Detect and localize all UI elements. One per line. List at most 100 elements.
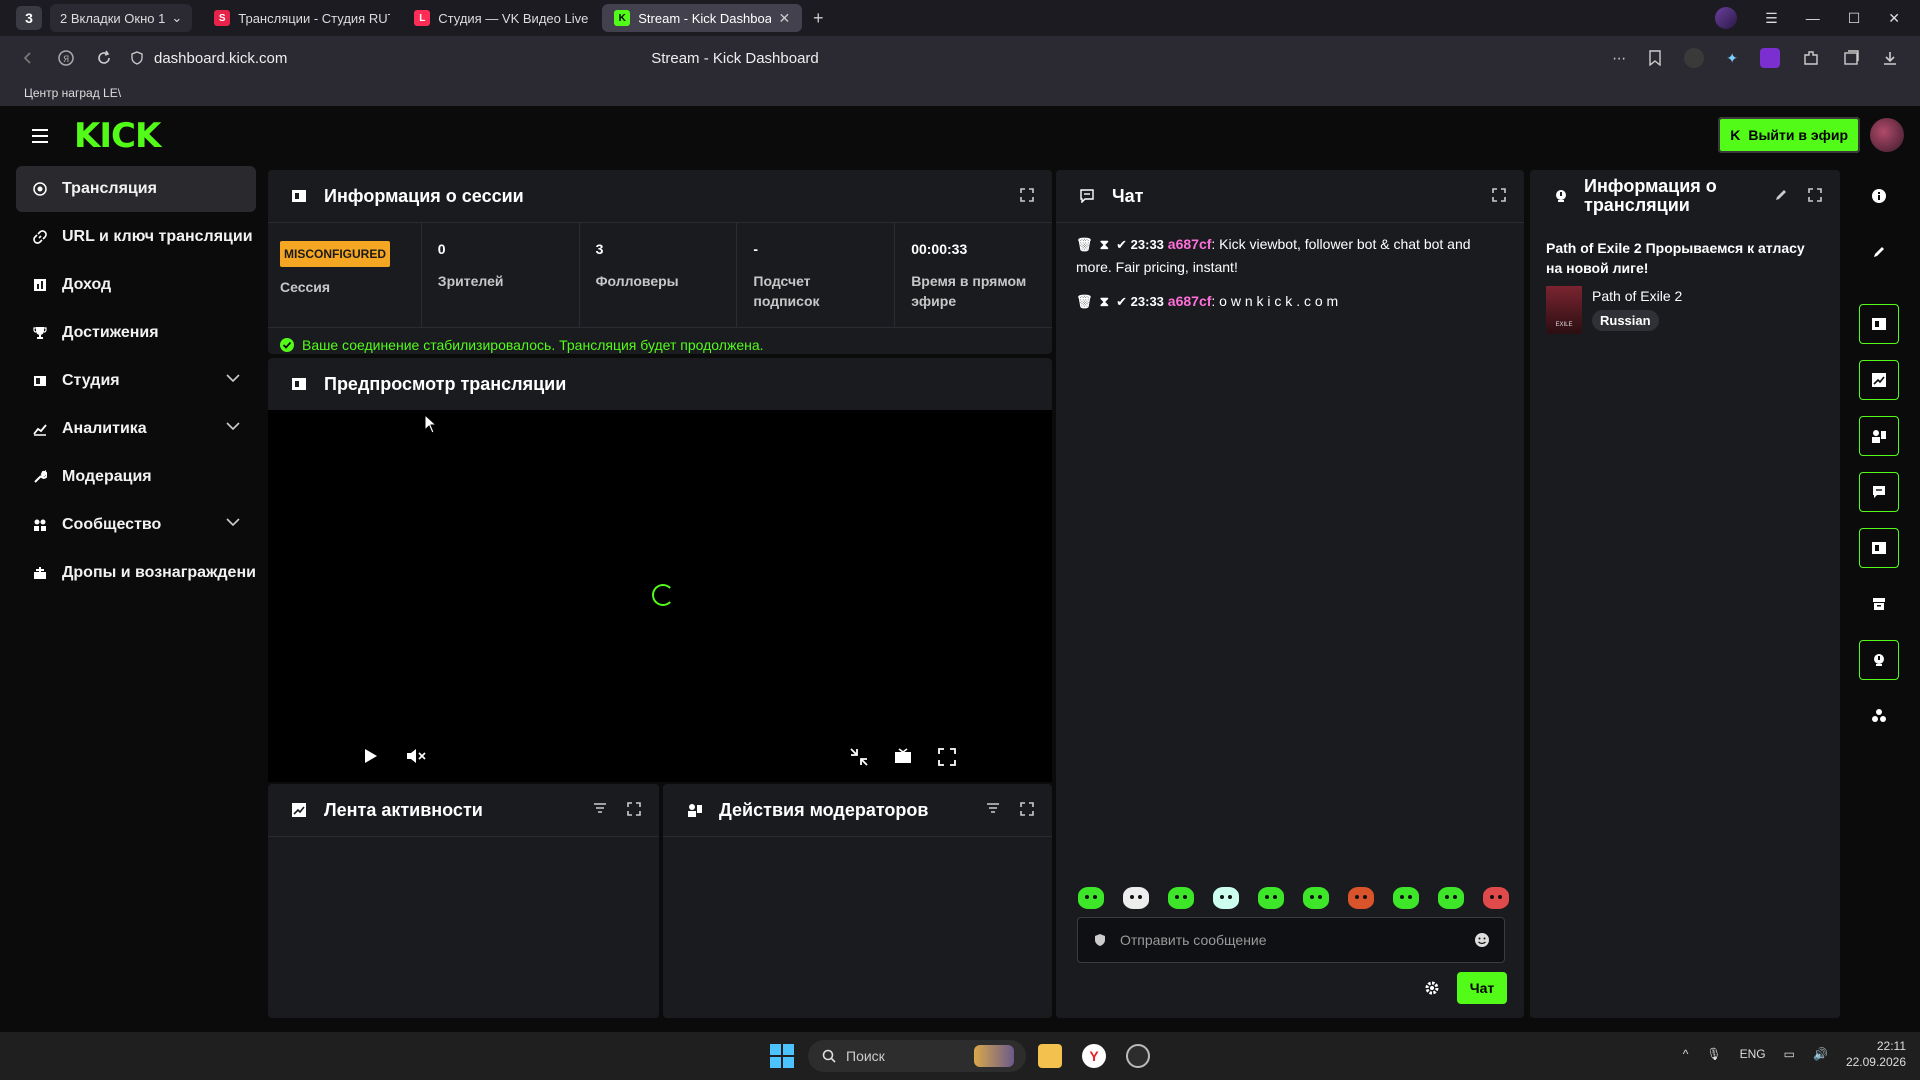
message-user[interactable]: a687cf [1168,293,1212,309]
sidebar-item-url-key[interactable]: URL и ключ трансляции [16,214,256,260]
hamburger-menu-icon[interactable] [32,129,52,143]
chat-settings-gear-icon[interactable] [1424,980,1440,996]
extension-purple-icon[interactable] [1760,48,1780,68]
browser-tab-kick[interactable]: K Stream - Kick Dashboard ✕ [602,4,803,32]
rail-preview-button[interactable] [1859,528,1899,568]
rail-stream-info-button[interactable] [1859,640,1899,680]
microphone-icon[interactable]: 🎙 [1706,1047,1721,1061]
kick-logo[interactable]: KICK [74,116,161,156]
emoji-icon[interactable] [1474,932,1490,948]
bookmark-icon[interactable] [1648,50,1662,66]
yandex-browser-icon[interactable]: Y [1082,1044,1106,1068]
emote-icon[interactable] [1393,887,1419,909]
message-user[interactable]: a687cf [1168,236,1212,252]
volume-icon[interactable]: 🔊 [1813,1047,1828,1061]
app-tray-icon[interactable] [1126,1044,1150,1068]
emote-icon[interactable] [1078,887,1104,909]
file-explorer-icon[interactable] [1038,1044,1062,1068]
windows-start-icon[interactable] [770,1044,794,1068]
rail-session-button[interactable] [1859,304,1899,344]
sidebar-item-analytics[interactable]: Аналитика [16,406,256,452]
check-icon[interactable]: ✔ [1116,294,1127,309]
browser-profile-avatar[interactable] [1715,7,1738,29]
check-icon[interactable]: ✔ [1116,237,1127,252]
sidebar-item-revenue[interactable]: Доход [16,262,256,308]
emote-icon[interactable] [1348,887,1374,909]
new-tab-button[interactable]: + [806,6,830,30]
taskbar-search[interactable]: Поиск [808,1040,1026,1072]
browser-menu-icon[interactable]: ☰ [1765,10,1778,27]
chevron-down-icon[interactable] [226,374,240,382]
sidebar-item-achievements[interactable]: Достижения [16,310,256,356]
video-player[interactable] [268,410,1052,782]
edit-icon[interactable] [1774,188,1788,202]
info-icon[interactable] [1869,186,1889,206]
reload-icon[interactable] [88,42,120,74]
expand-icon[interactable] [1808,188,1822,202]
chevron-down-icon[interactable] [226,422,240,430]
sidebar-item-moderation[interactable]: Модерация [16,454,256,500]
timeout-icon[interactable]: ⧗ [1100,237,1109,252]
emote-icon[interactable] [1303,887,1329,909]
community-icon[interactable] [1869,706,1889,726]
tab-counter[interactable]: 3 [16,6,42,30]
collections-icon[interactable] [1842,49,1860,67]
browser-tab-vk[interactable]: L Студия — VK Видео Live [402,4,602,32]
chat-send-button[interactable]: Чат [1457,972,1507,1004]
expand-icon[interactable] [1020,188,1034,202]
emote-icon[interactable] [1168,887,1194,909]
emote-icon[interactable] [1483,887,1509,909]
go-live-button[interactable]: K Выйти в эфир [1718,117,1860,153]
emote-icon[interactable] [1438,887,1464,909]
theater-mode-icon[interactable] [894,748,912,764]
rail-activity-button[interactable] [1859,360,1899,400]
extensions-puzzle-icon[interactable] [1802,49,1820,67]
sparkle-icon[interactable]: ✦ [1726,50,1738,67]
emote-icon[interactable] [1258,887,1284,909]
fullscreen-icon[interactable] [938,748,956,766]
filter-icon[interactable] [593,802,607,816]
emote-icon[interactable] [1213,887,1239,909]
emote-icon[interactable] [1123,887,1149,909]
back-icon[interactable] [12,42,44,74]
delete-icon[interactable]: 🗑 [1076,237,1093,252]
maximize-icon[interactable]: ☐ [1848,10,1861,27]
sidebar-item-studio[interactable]: Студия [16,358,256,404]
sidebar-item-community[interactable]: Сообщество [16,502,256,548]
yandex-home-icon[interactable]: Я [50,42,82,74]
more-icon[interactable]: ⋯ [1612,50,1626,67]
timeout-icon[interactable]: ⧗ [1100,294,1109,309]
chat-input[interactable]: Отправить сообщение [1077,917,1505,963]
category-thumbnail[interactable]: EXILE [1546,286,1582,334]
delete-icon[interactable]: 🗑 [1076,294,1093,309]
picture-in-picture-icon[interactable] [850,748,868,766]
play-icon[interactable] [364,748,378,764]
mute-icon[interactable] [406,748,426,764]
rail-moderators-button[interactable] [1859,416,1899,456]
download-icon[interactable] [1882,50,1898,66]
url-field[interactable]: dashboard.kick.com [130,50,287,67]
sidebar-item-stream[interactable]: Трансляция [16,166,256,212]
browser-tab-rutube[interactable]: S Трансляции - Студия RUT [202,4,402,32]
tray-chevron-up-icon[interactable]: ^ [1683,1047,1689,1061]
expand-icon[interactable] [1492,188,1506,202]
filter-icon[interactable] [986,802,1000,816]
expand-icon[interactable] [1020,802,1034,816]
chevron-down-icon[interactable] [226,518,240,526]
edit-icon[interactable] [1869,242,1889,262]
close-tab-icon[interactable]: ✕ [779,10,791,27]
expand-icon[interactable] [627,802,641,816]
network-icon[interactable]: ▭ [1784,1047,1795,1061]
bookmark-item[interactable]: Центр наград LE\ [24,86,121,100]
user-avatar[interactable] [1870,118,1904,152]
sidebar-item-drops[interactable]: Дропы и вознаграждения [16,550,256,596]
category-name[interactable]: Path of Exile 2 [1592,288,1682,304]
input-language[interactable]: ENG [1740,1047,1766,1061]
minimize-icon[interactable]: — [1806,10,1820,26]
clock[interactable]: 22:11 22.09.2026 [1846,1038,1906,1070]
tab-group[interactable]: 2 Вкладки Окно 1 ⌄ [50,4,193,32]
extension-icon[interactable] [1684,48,1705,68]
rail-chat-button[interactable] [1859,472,1899,512]
archive-icon[interactable] [1869,594,1889,614]
close-window-icon[interactable]: ✕ [1888,10,1900,27]
